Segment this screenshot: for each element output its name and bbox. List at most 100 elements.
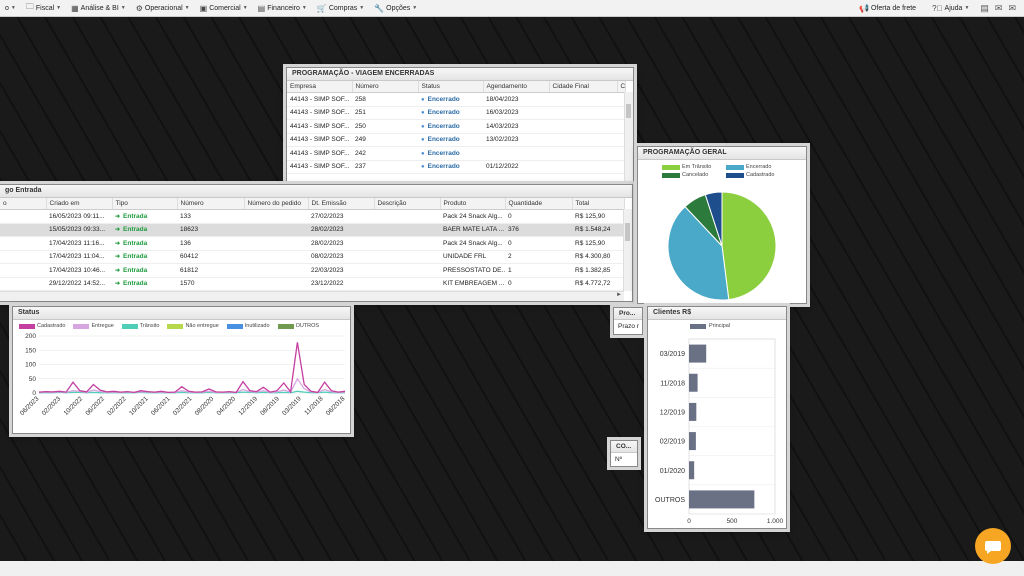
legend-item[interactable]: Trânsito xyxy=(121,323,159,329)
bar[interactable] xyxy=(689,461,695,480)
bar[interactable] xyxy=(689,402,697,421)
x-tick-label: 08/2019 xyxy=(259,395,281,417)
col-tipo[interactable]: Tipo xyxy=(112,198,178,210)
col-dt-emissao[interactable]: Dt. Emissão xyxy=(308,198,375,210)
col-numero-pedido[interactable]: Número do pedido xyxy=(244,198,309,210)
x-tick-label: 10/2021 xyxy=(128,395,150,417)
x-tick-label: 10/2022 xyxy=(63,395,85,417)
clientes-legend: Principal xyxy=(648,320,786,329)
col-descricao[interactable]: Descrição xyxy=(374,198,441,210)
chevron-down-icon: ▼ xyxy=(56,5,62,11)
cell-quantidade: 376 xyxy=(505,223,572,237)
programacao-geral-title: PROGRAMAÇÃO GERAL xyxy=(638,147,806,160)
menu-fiscal[interactable]: 🗀 Fiscal ▼ xyxy=(21,1,66,15)
menu-compras[interactable]: 🛒 Compras ▼ xyxy=(312,4,369,13)
bar[interactable] xyxy=(689,432,696,451)
legend-item[interactable]: Inutilizado xyxy=(226,323,270,329)
cell-descricao xyxy=(374,209,440,224)
col-o[interactable]: o xyxy=(0,198,47,210)
cell-cidade xyxy=(549,146,617,161)
legend-item[interactable]: Não entregue xyxy=(167,323,219,329)
menu-operacional-label: Operacional xyxy=(144,4,183,12)
col-produto[interactable]: Produto xyxy=(440,198,506,210)
legend-item[interactable]: Cancelado xyxy=(662,172,720,178)
table-row[interactable]: 17/04/2023 10:46...Entrada61812 22/03/202… xyxy=(0,263,624,278)
viagem-table: Empresa Número Status Agendamento Cidade… xyxy=(287,81,626,174)
table-row[interactable]: 29/12/2022 14:52...Entrada1570 23/12/2022… xyxy=(0,277,624,291)
viagem-scrollbar[interactable] xyxy=(624,92,633,181)
envelope-icon[interactable]: ✉ xyxy=(1008,3,1016,14)
table-row[interactable]: 17/04/2023 11:16...Entrada136 28/02/2023 P… xyxy=(0,236,624,251)
cell-produto: Pack 24 Snack Alg... xyxy=(440,209,505,224)
cell-empresa: 44143 - SIMP SOF... xyxy=(287,146,352,161)
legend-item[interactable]: Em Trânsito xyxy=(662,164,720,170)
x-tick-label: 02/2023 xyxy=(41,395,63,417)
category-label: 11/2018 xyxy=(660,380,685,387)
y-tick-label: 200 xyxy=(25,333,36,340)
menu-home[interactable]: o ▼ xyxy=(0,5,21,12)
col-numero[interactable]: Número xyxy=(352,81,419,93)
legend-item[interactable]: Cadastrado xyxy=(19,323,65,329)
status-line-chart: 20015010050006/2023 02/2023 10/2022 06/2022… xyxy=(19,333,347,417)
status-title: Status xyxy=(13,307,350,320)
cell-status: Encerrado xyxy=(418,133,483,147)
col-total[interactable]: Total xyxy=(572,198,625,210)
cell-numero-pedido xyxy=(244,250,308,264)
col-numero[interactable]: Número xyxy=(177,198,245,210)
col-agendamento[interactable]: Agendamento xyxy=(483,81,550,93)
entrada-scroll-thumb[interactable] xyxy=(625,223,630,241)
entrada-hscrollbar[interactable]: ► xyxy=(0,291,624,301)
clientes-window: Clientes R$ Principal 03/2019 11/2018 12/2… xyxy=(647,306,787,529)
legend-item[interactable]: Encerrado xyxy=(726,164,784,170)
menu-opcoes[interactable]: 🔧 Opções ▼ xyxy=(369,4,422,13)
bar[interactable] xyxy=(689,490,755,509)
y-tick-label: 100 xyxy=(25,362,36,369)
top-menu-bar: o ▼ 🗀 Fiscal ▼ ▦ Análise & BI ▼ ⚙ Operacional ▼… xyxy=(0,0,1024,17)
legend-swatch xyxy=(226,323,243,329)
table-row[interactable]: 16/05/2023 09:11...Entrada133 27/02/2023 P… xyxy=(0,209,624,224)
bar[interactable] xyxy=(689,344,707,363)
col-criado-em[interactable]: Criado em xyxy=(46,198,113,210)
ajuda-menu[interactable]: ?⃝ Ajuda ▼ xyxy=(927,4,974,13)
x-tick-label: 12/2019 xyxy=(237,395,259,417)
cell-criado-em: 15/05/2023 09:33... xyxy=(46,223,112,237)
clientes-title: Clientes R$ xyxy=(648,307,786,320)
legend-label: Em Trânsito xyxy=(682,164,712,170)
col-cid[interactable]: Cid xyxy=(617,81,626,93)
viagem-scroll-thumb[interactable] xyxy=(626,104,631,118)
menu-comercial[interactable]: ▣ Comercial ▼ xyxy=(195,4,253,13)
legend-item[interactable]: Entregue xyxy=(73,323,114,329)
mini-window-co[interactable]: CO... Nº xyxy=(610,440,638,467)
col-status[interactable]: Status xyxy=(418,81,484,93)
bar[interactable] xyxy=(689,373,698,392)
viagem-encerradas-window: PROGRAMAÇÃO - VIAGEM ENCERRADAS Empresa … xyxy=(286,67,634,182)
col-quantidade[interactable]: Quantidade xyxy=(505,198,573,210)
legend-swatch xyxy=(19,323,35,329)
book-icon[interactable]: ▤ xyxy=(980,3,989,14)
menu-financeiro[interactable]: ▤ Financeiro ▼ xyxy=(253,4,312,13)
table-row[interactable]: 44143 - SIMP SOF...258Encerrado18/04/202… xyxy=(287,92,625,107)
table-row[interactable]: 15/05/2023 09:33...Entrada18623 28/02/202… xyxy=(0,223,624,237)
table-row[interactable]: 44143 - SIMP SOF...242Encerrado xyxy=(287,146,625,161)
pie-slice-em-trânsito[interactable] xyxy=(721,191,777,301)
table-row[interactable]: 44143 - SIMP SOF...250Encerrado14/03/202… xyxy=(287,119,625,134)
table-row[interactable]: 44143 - SIMP SOF...249Encerrado13/02/202… xyxy=(287,133,625,147)
mini-window-pro[interactable]: Pro... Prazo r xyxy=(613,307,643,335)
legend-item[interactable]: Cadastrado xyxy=(726,172,784,178)
mail-icon[interactable]: ✉ xyxy=(995,3,1003,14)
gear-icon: ⚙ xyxy=(135,3,143,13)
menu-analise-bi[interactable]: ▦ Análise & BI ▼ xyxy=(66,4,131,13)
menu-operacional[interactable]: ⚙ Operacional ▼ xyxy=(131,4,195,13)
table-row[interactable]: 17/04/2023 11:04...Entrada60412 08/02/202… xyxy=(0,250,624,264)
table-row[interactable]: 44143 - SIMP SOF...237Encerrado01/12/202… xyxy=(287,160,625,174)
legend-item[interactable]: OUTROS xyxy=(277,323,319,329)
col-empresa[interactable]: Empresa xyxy=(287,81,353,93)
col-cidade-final[interactable]: Cidade Final xyxy=(549,81,618,93)
chevron-right-icon[interactable]: ► xyxy=(616,292,622,298)
cell-numero: 237 xyxy=(352,160,418,174)
table-row[interactable]: 44143 - SIMP SOF...251Encerrado16/03/202… xyxy=(287,106,625,120)
chat-button[interactable] xyxy=(975,528,1011,564)
chevron-down-icon: ▼ xyxy=(359,5,365,11)
oferta-frete-link[interactable]: 📢 Oferta de frete xyxy=(854,4,921,13)
entrada-scrollbar[interactable] xyxy=(623,209,632,291)
